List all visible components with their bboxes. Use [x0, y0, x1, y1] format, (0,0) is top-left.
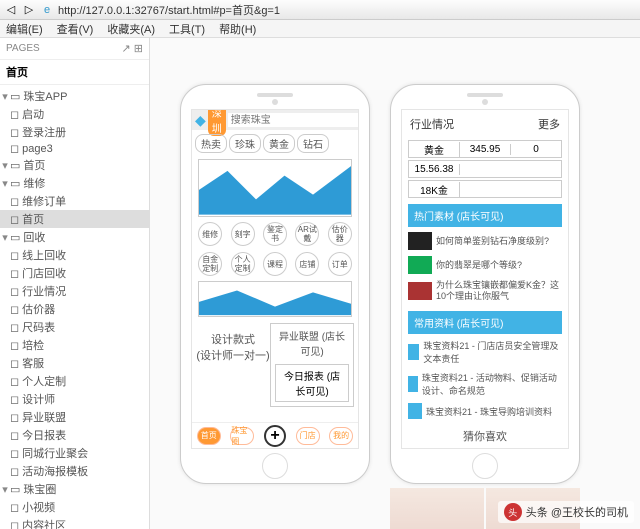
page-title: 行业情况: [410, 116, 454, 132]
tab[interactable]: 钻石: [297, 134, 329, 153]
tree-node[interactable]: ◻page3: [0, 141, 149, 156]
tree-node[interactable]: ▾▭珠宝圈: [0, 480, 149, 498]
tree-node[interactable]: ◻线上回收: [0, 246, 149, 264]
url-text[interactable]: http://127.0.0.1:32767/start.html#p=首页&g…: [58, 2, 280, 18]
nav-item[interactable]: 我的: [329, 427, 353, 445]
bottom-nav: 首页珠宝圈 + 门店我的: [192, 422, 358, 448]
tree-node[interactable]: ◻今日报表: [0, 426, 149, 444]
price-row: 15.56.38: [408, 160, 562, 178]
service-btn[interactable]: 自金定制: [198, 252, 222, 276]
design-canvas: ◆ 深圳 全部 热卖珍珠黄金钻石 维修刻字鉴定书 AR试戴估价器 自金定制个人定制…: [150, 38, 640, 529]
tree-node[interactable]: ◻活动海报模板: [0, 462, 149, 480]
tree-node[interactable]: ◻小视频: [0, 498, 149, 516]
section-docs: 常用资料 (店长可见): [408, 311, 562, 334]
report-button[interactable]: 今日报表 (店长可见): [275, 364, 349, 402]
add-button[interactable]: +: [264, 425, 286, 447]
home-button-icon: [262, 453, 288, 479]
service-btn[interactable]: 个人定制: [231, 252, 255, 276]
tree-node[interactable]: ◻门店回收: [0, 264, 149, 282]
phone-mockup-1: ◆ 深圳 全部 热卖珍珠黄金钻石 维修刻字鉴定书 AR试戴估价器 自金定制个人定制…: [180, 84, 370, 484]
browser-titlebar: ◁ ▷ e http://127.0.0.1:32767/start.html#…: [0, 0, 640, 20]
material-item[interactable]: 为什么珠宝镶嵌都偏爱K金？这10个理由让你服气: [402, 277, 568, 305]
phone-mockup-2: 行业情况 更多 黄金345.950 15.56.38 18K金 热门素材 (店长可见…: [390, 84, 580, 484]
tree-node[interactable]: ◻尺码表: [0, 318, 149, 336]
nav-item[interactable]: 门店: [296, 427, 320, 445]
recommend-title: 猜你喜欢: [402, 422, 568, 449]
price-row: 黄金345.950: [408, 140, 562, 158]
browser-menubar: 编辑(E) 查看(V) 收藏夹(A) 工具(T) 帮助(H): [0, 20, 640, 38]
menu-help[interactable]: 帮助(H): [219, 21, 256, 37]
tree-node[interactable]: ◻设计师: [0, 390, 149, 408]
tree-node[interactable]: ◻启动: [0, 105, 149, 123]
service-btn[interactable]: 鉴定书: [263, 222, 287, 246]
material-item[interactable]: 你的翡翠是哪个等级?: [402, 253, 568, 277]
nav-item[interactable]: 首页: [197, 427, 221, 445]
tab[interactable]: 珍珠: [229, 134, 261, 153]
forward-icon[interactable]: ▷: [22, 3, 36, 17]
menu-tools[interactable]: 工具(T): [169, 21, 205, 37]
tab[interactable]: 黄金: [263, 134, 295, 153]
diamond-icon: ◆: [195, 112, 206, 129]
tree-node[interactable]: ▾▭珠宝APP: [0, 87, 149, 105]
doc-item[interactable]: 珠宝资料21 - 门店店员安全管理及文本责任: [402, 336, 568, 368]
category-tabs: 热卖珍珠黄金钻石: [192, 130, 358, 157]
page-tree[interactable]: ▾▭珠宝APP◻启动◻登录注册◻page3▾▭首页▾▭维修◻维修订单◻首页▾▭回…: [0, 85, 149, 529]
material-item[interactable]: 如何简单鉴别钻石净度级别?: [402, 229, 568, 253]
tree-node[interactable]: ◻维修订单: [0, 192, 149, 210]
menu-fav[interactable]: 收藏夹(A): [107, 21, 155, 37]
price-row: 18K金: [408, 180, 562, 198]
service-btn[interactable]: AR试戴: [295, 222, 319, 246]
alliance-block: 异业联盟 (店长可见) 今日报表 (店长可见): [270, 323, 354, 407]
search-input[interactable]: [228, 113, 359, 127]
service-row-1: 维修刻字鉴定书 AR试戴估价器: [192, 219, 358, 249]
tree-node[interactable]: ◻估价器: [0, 300, 149, 318]
mini-chart: [198, 281, 352, 317]
pages-sidebar: PAGES ↗ ⊞ 首页 ▾▭珠宝APP◻启动◻登录注册◻page3▾▭首页▾▭…: [0, 38, 150, 529]
tree-node[interactable]: ◻行业情况: [0, 282, 149, 300]
service-btn[interactable]: 课程: [263, 252, 287, 276]
design-block[interactable]: 设计款式 (设计师一对一): [196, 323, 270, 407]
tree-node[interactable]: ◻客服: [0, 354, 149, 372]
tree-node[interactable]: ◻首页: [0, 210, 149, 228]
tree-node[interactable]: ◻登录注册: [0, 123, 149, 141]
sidebar-tools[interactable]: ↗ ⊞: [122, 42, 144, 55]
banner-chart: [198, 159, 352, 217]
section-materials: 热门素材 (店长可见): [408, 204, 562, 227]
avatar-icon: 头: [504, 503, 522, 521]
tree-node[interactable]: ◻内容社区: [0, 516, 149, 529]
service-btn[interactable]: 估价器: [328, 222, 352, 246]
service-btn[interactable]: 刻字: [231, 222, 255, 246]
sidebar-heading: PAGES: [6, 43, 40, 54]
service-btn[interactable]: 维修: [198, 222, 222, 246]
tree-node[interactable]: ◻异业联盟: [0, 408, 149, 426]
service-btn[interactable]: 店铺: [295, 252, 319, 276]
doc-item[interactable]: 珠宝资料21 - 活动物料、促销活动设计、命名规范: [402, 368, 568, 400]
back-icon[interactable]: ◁: [4, 3, 18, 17]
tree-node[interactable]: ▾▭回收: [0, 228, 149, 246]
search-bar: ◆ 深圳 全部: [192, 110, 358, 130]
tree-node[interactable]: ◻培检: [0, 336, 149, 354]
nav-item[interactable]: 珠宝圈: [230, 427, 254, 445]
more-link[interactable]: 更多: [538, 116, 560, 132]
watermark: 头 头条 @王校长的司机: [498, 501, 634, 523]
menu-edit[interactable]: 编辑(E): [6, 21, 43, 37]
location-tag[interactable]: 深圳: [208, 109, 226, 136]
tree-node[interactable]: ▾▭首页: [0, 156, 149, 174]
sidebar-title: 首页: [0, 60, 149, 85]
home-button-icon: [472, 453, 498, 479]
tree-node[interactable]: ◻个人定制: [0, 372, 149, 390]
service-row-2: 自金定制个人定制课程店铺订单: [192, 249, 358, 279]
doc-item[interactable]: 珠宝资料21 - 珠宝导购培训资料: [402, 400, 568, 422]
tree-node[interactable]: ▾▭维修: [0, 174, 149, 192]
menu-view[interactable]: 查看(V): [57, 21, 94, 37]
ie-icon: e: [40, 3, 54, 17]
service-btn[interactable]: 订单: [328, 252, 352, 276]
tab[interactable]: 热卖: [195, 134, 227, 153]
tree-node[interactable]: ◻同城行业聚会: [0, 444, 149, 462]
